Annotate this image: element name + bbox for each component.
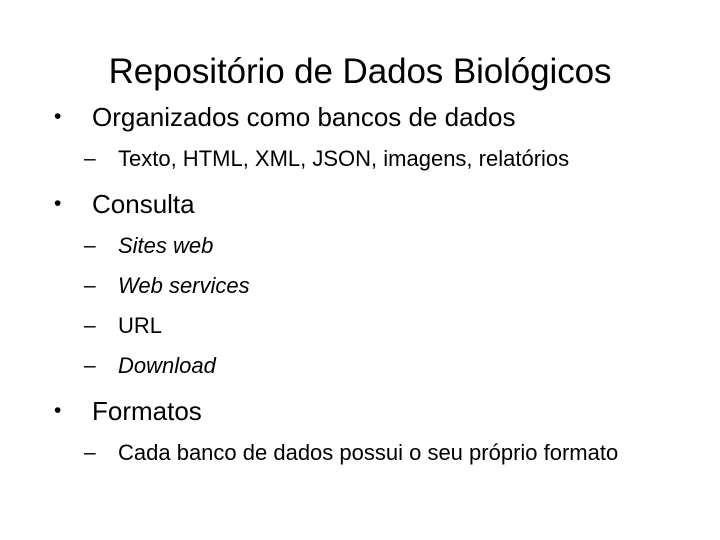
bullet-level2: – Texto, HTML, XML, JSON, imagens, relat… — [48, 144, 688, 174]
bullet-level2-text: Web services — [118, 273, 250, 298]
bullet-group: • Consulta – Sites web – Web services – … — [48, 187, 688, 381]
bullet-level1-text: Consulta — [92, 189, 195, 219]
bullet-level1: • Formatos — [48, 394, 688, 428]
bullet-dash-icon: – — [84, 234, 96, 257]
slide-body: • Organizados como bancos de dados – Tex… — [48, 100, 688, 468]
slide-title: Repositório de Dados Biológicos — [108, 52, 612, 92]
bullet-level2: – Sites web — [48, 231, 688, 261]
bullet-dot-icon: • — [54, 192, 62, 215]
bullet-level2-text: Texto, HTML, XML, JSON, imagens, relatór… — [118, 146, 570, 171]
presentation-slide: Repositório de Dados Biológicos • Organi… — [0, 0, 720, 540]
bullet-level1-text: Organizados como bancos de dados — [92, 102, 516, 132]
bullet-level2-text: URL — [118, 313, 163, 338]
bullet-group: • Organizados como bancos de dados – Tex… — [48, 100, 688, 174]
bullet-level2: – URL — [48, 311, 688, 341]
bullet-level2: – Cada banco de dados possui o seu própr… — [48, 438, 688, 468]
bullet-level2: – Download — [48, 351, 688, 381]
bullet-dash-icon: – — [84, 147, 96, 170]
bullet-level1: • Consulta — [48, 187, 688, 221]
bullet-dash-icon: – — [84, 441, 96, 464]
bullet-level2-text: Sites web — [118, 233, 214, 258]
bullet-dash-icon: – — [84, 274, 96, 297]
bullet-dot-icon: • — [54, 399, 62, 422]
bullet-dash-icon: – — [84, 314, 96, 337]
bullet-dot-icon: • — [54, 105, 62, 128]
bullet-level2: – Web services — [48, 271, 688, 301]
bullet-level1: • Organizados como bancos de dados — [48, 100, 688, 134]
bullet-level2-text: Download — [118, 353, 216, 378]
bullet-group: • Formatos – Cada banco de dados possui … — [48, 394, 688, 468]
bullet-dash-icon: – — [84, 354, 96, 377]
bullet-level2-text: Cada banco de dados possui o seu próprio… — [118, 440, 619, 465]
bullet-level1-text: Formatos — [92, 396, 202, 426]
